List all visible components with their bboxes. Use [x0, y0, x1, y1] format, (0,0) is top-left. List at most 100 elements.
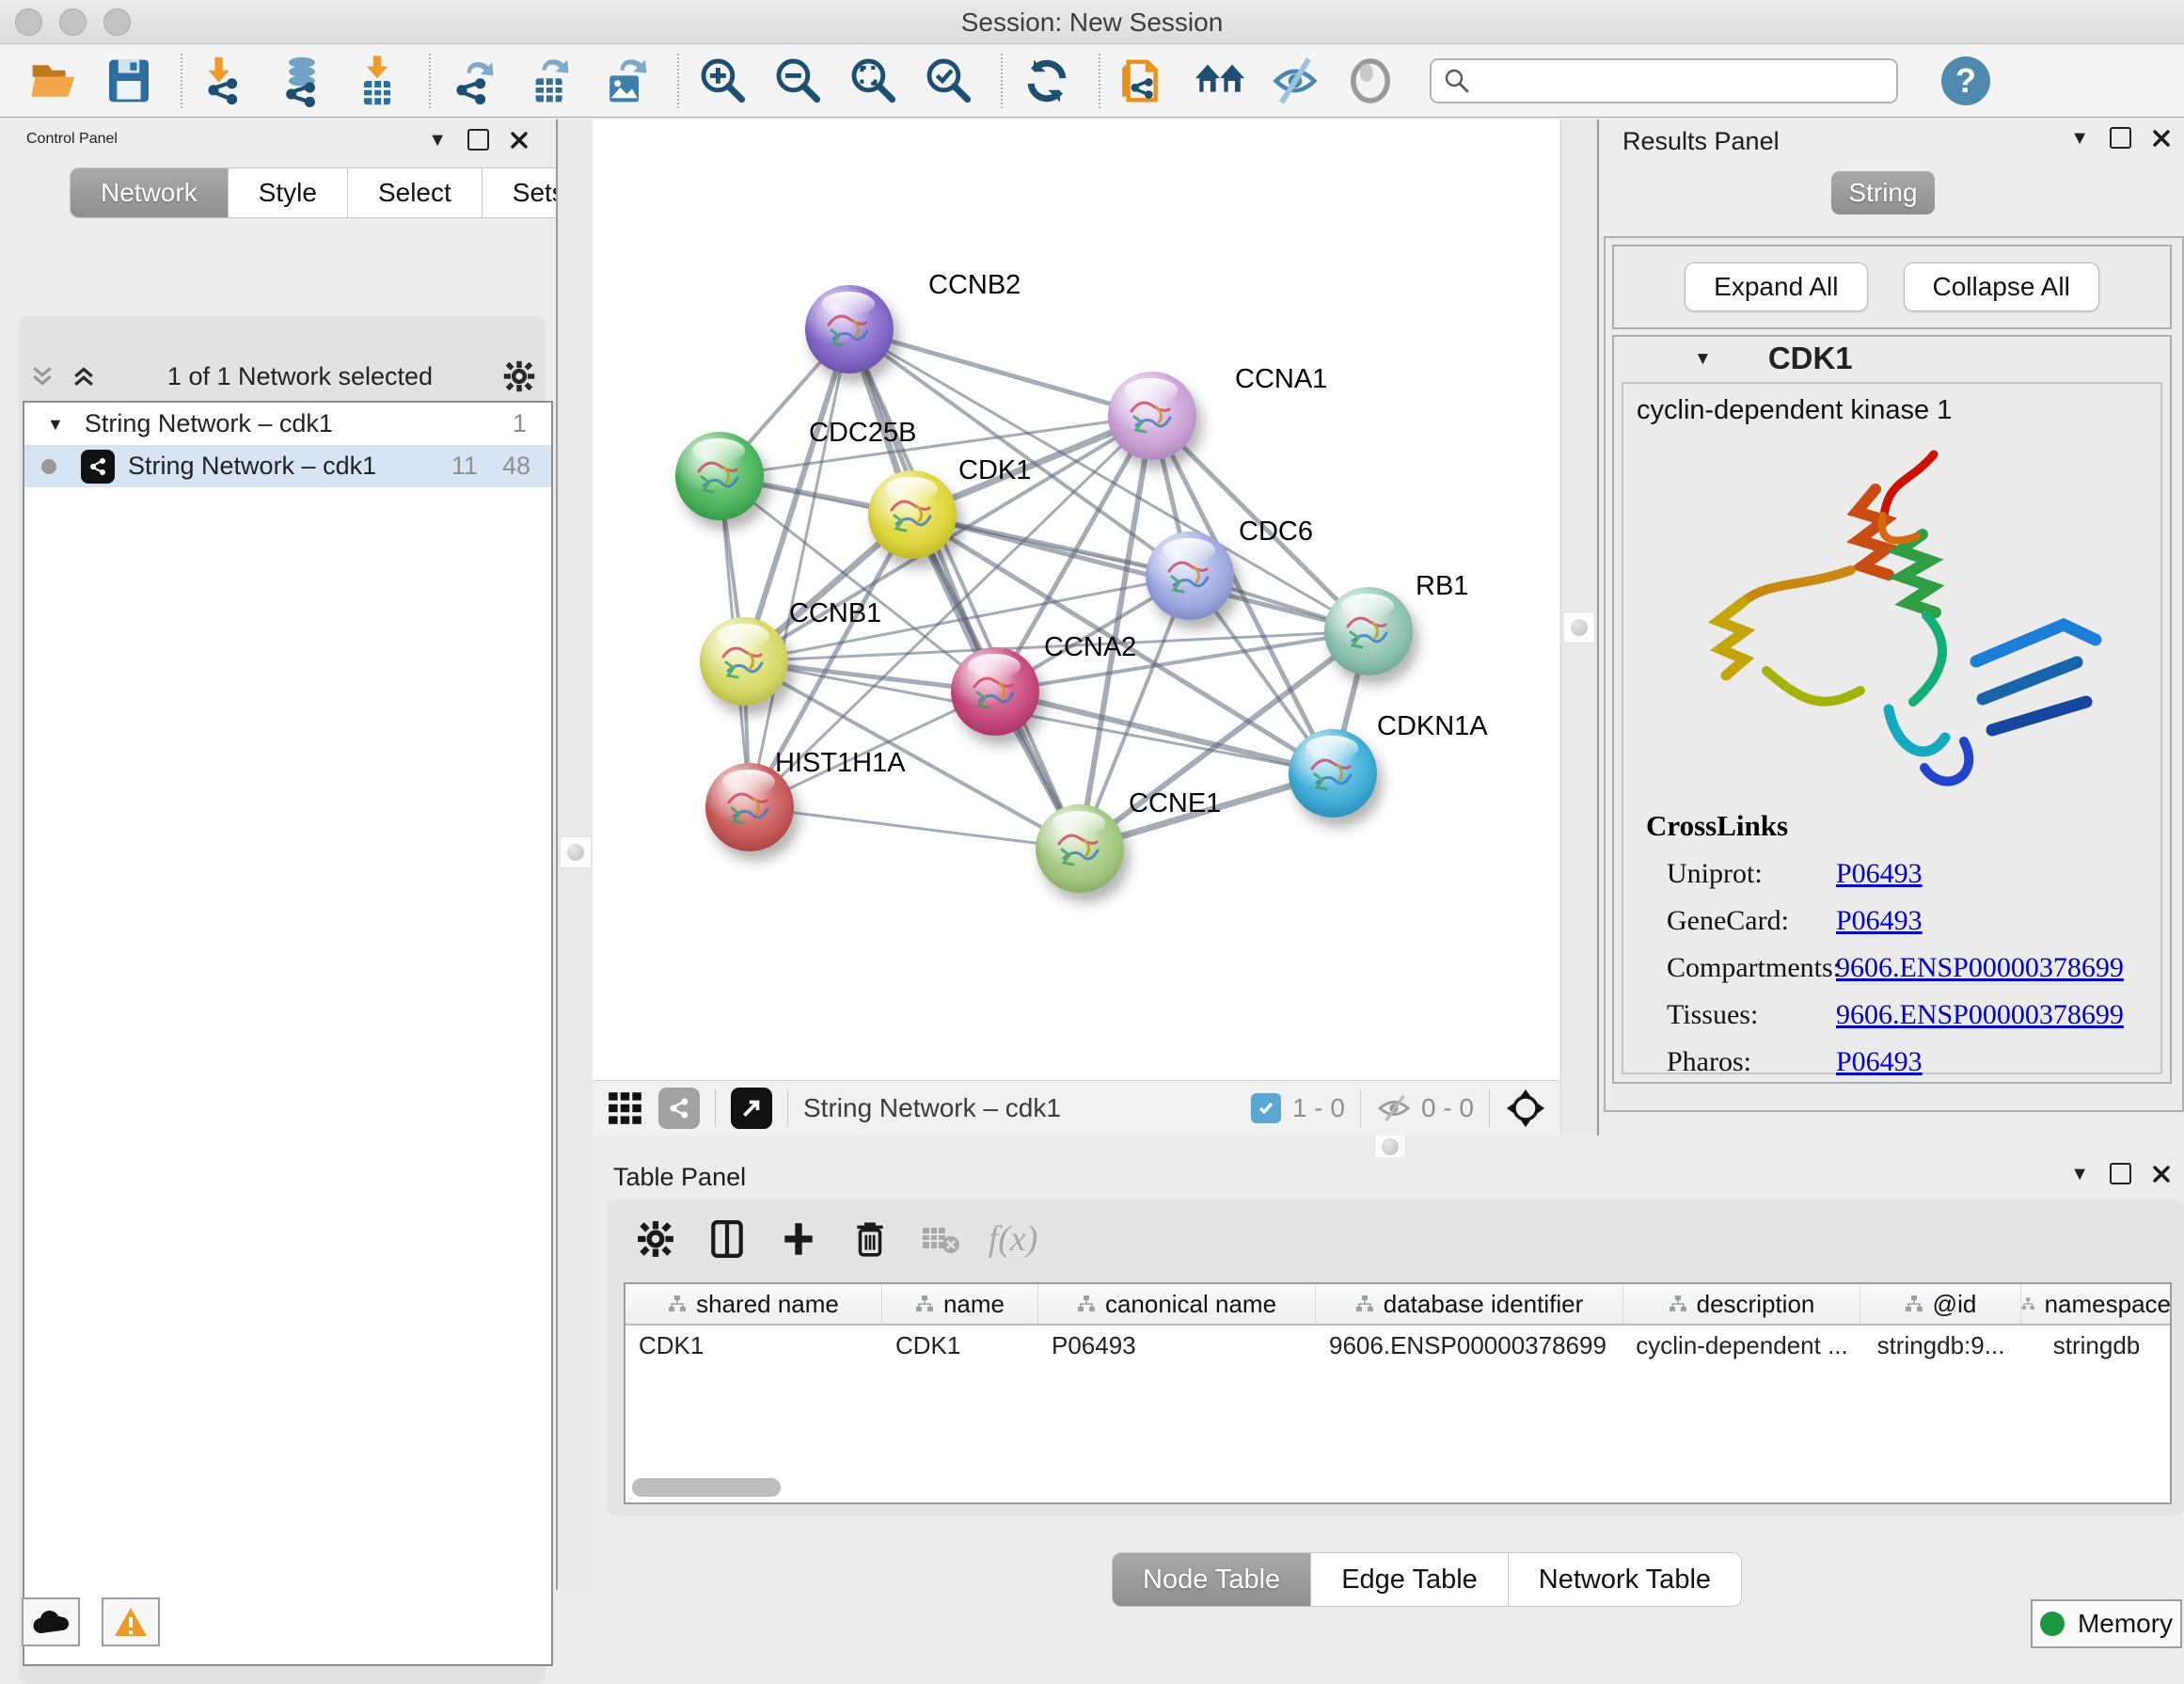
control-panel-float-icon[interactable]	[467, 129, 489, 151]
delete-table-icon[interactable]	[919, 1216, 964, 1262]
import-table-icon[interactable]	[348, 52, 406, 110]
expand-all-icon[interactable]	[70, 362, 98, 390]
collection-disclosure-icon[interactable]: ▼	[47, 416, 64, 433]
network-edge-count: 48	[502, 452, 530, 481]
tab-node-table[interactable]: Node Table	[1112, 1552, 1311, 1607]
table-cell[interactable]: CDK1	[625, 1326, 882, 1365]
save-session-icon[interactable]	[100, 52, 158, 110]
table-cell[interactable]: stringdb	[2021, 1326, 2172, 1365]
protein-structure-image	[1652, 431, 2141, 807]
crosslink-link[interactable]: P06493	[1836, 1046, 1923, 1078]
network-options-gear-icon[interactable]	[502, 359, 536, 393]
network-node-CCNB2[interactable]	[805, 285, 894, 373]
results-panel-close-icon[interactable]	[2152, 129, 2171, 148]
zoom-in-icon[interactable]	[694, 52, 752, 110]
table-gear-icon[interactable]	[633, 1216, 678, 1262]
zoom-out-icon[interactable]	[769, 52, 828, 110]
table-cell[interactable]: stringdb:9...	[1860, 1326, 2021, 1365]
network-node-CDC6[interactable]	[1146, 532, 1234, 620]
delete-column-icon[interactable]	[847, 1216, 893, 1262]
network-node-CDKN1A[interactable]	[1289, 729, 1377, 818]
table-panel-float-icon[interactable]	[2110, 1163, 2131, 1184]
network-view-type-icon[interactable]	[658, 1088, 700, 1129]
crosslink-link[interactable]: 9606.ENSP00000378699	[1836, 999, 2124, 1031]
network-node-CCNE1[interactable]	[1036, 804, 1124, 893]
entry-disclosure-icon[interactable]: ▼	[1694, 350, 1712, 368]
crosslink-link[interactable]: P06493	[1836, 858, 1923, 890]
node-label-CCNB2: CCNB2	[928, 270, 1021, 301]
column-header-name[interactable]: name	[882, 1284, 1038, 1324]
home-species-icon[interactable]	[1191, 52, 1249, 110]
control-tab-network[interactable]: Network	[70, 167, 229, 218]
column-header-database-identifier[interactable]: database identifier	[1316, 1284, 1623, 1324]
right-splitter-handle[interactable]	[1563, 612, 1595, 643]
results-panel-float-icon[interactable]	[2110, 127, 2131, 149]
table-panel-menu-icon[interactable]: ▼	[2070, 1165, 2089, 1184]
show-columns-icon[interactable]	[704, 1216, 750, 1262]
left-splitter[interactable]	[556, 119, 594, 1590]
table-horizontal-scrollbar[interactable]	[632, 1478, 781, 1497]
expand-all-button[interactable]: Expand All	[1685, 262, 1867, 311]
network-node-RB1[interactable]	[1324, 587, 1413, 675]
detach-view-icon[interactable]	[731, 1088, 772, 1129]
crosslink-link[interactable]: 9606.ENSP00000378699	[1836, 952, 2124, 984]
network-row[interactable]: String Network – cdk1 11 48	[24, 445, 551, 487]
tab-edge-table[interactable]: Edge Table	[1311, 1552, 1509, 1607]
zoom-selected-icon[interactable]	[920, 52, 978, 110]
memory-button[interactable]: Memory	[2031, 1599, 2182, 1648]
network-node-CCNA1[interactable]	[1108, 372, 1196, 460]
results-panel: Results Panel ▼ String Expand All Collap…	[1604, 119, 2184, 1157]
control-tab-style[interactable]: Style	[229, 167, 348, 218]
results-panel-menu-icon[interactable]: ▼	[2070, 129, 2089, 148]
export-network-icon[interactable]	[446, 52, 504, 110]
left-splitter-handle[interactable]	[560, 836, 592, 868]
collapse-all-button[interactable]: Collapse All	[1904, 262, 2099, 311]
cloud-status-button[interactable]	[22, 1597, 80, 1646]
export-image-icon[interactable]	[596, 52, 655, 110]
refresh-icon[interactable]	[1018, 52, 1076, 110]
zoom-fit-icon[interactable]	[845, 52, 903, 110]
column-header--id[interactable]: @id	[1860, 1284, 2021, 1324]
network-node-CDC25B[interactable]	[675, 432, 764, 520]
control-panel-menu-icon[interactable]: ▼	[428, 131, 447, 150]
network-node-CCNB1[interactable]	[700, 617, 788, 706]
table-cell[interactable]: cyclin-dependent ...	[1623, 1326, 1860, 1365]
network-canvas[interactable]: CCNB2 CCNA1 CDC25B CDK1 CDC6	[593, 119, 1559, 1080]
function-builder-icon[interactable]: f(x)	[990, 1216, 1036, 1262]
grid-view-icon[interactable]	[606, 1088, 645, 1128]
entry-description: cyclin-dependent kinase 1	[1623, 384, 2160, 426]
table-panel-close-icon[interactable]	[2152, 1165, 2171, 1184]
table-cell[interactable]: CDK1	[882, 1326, 1038, 1365]
selected-checkbox-icon[interactable]	[1251, 1093, 1281, 1123]
table-cell[interactable]: 9606.ENSP00000378699	[1316, 1326, 1623, 1365]
hide-selected-icon[interactable]	[1266, 52, 1324, 110]
import-network-database-icon[interactable]	[273, 52, 331, 110]
warning-status-button[interactable]	[102, 1597, 160, 1646]
control-tab-select[interactable]: Select	[348, 167, 483, 218]
hidden-eye-icon[interactable]	[1376, 1094, 1412, 1122]
table-cell[interactable]: P06493	[1038, 1326, 1316, 1365]
help-icon[interactable]: ?	[1941, 56, 1990, 105]
network-node-CCNA2[interactable]	[951, 647, 1039, 736]
import-network-icon[interactable]	[198, 52, 256, 110]
collapse-all-icon[interactable]	[28, 362, 56, 390]
tab-string[interactable]: String	[1831, 171, 1935, 214]
tab-network-table[interactable]: Network Table	[1509, 1552, 1742, 1607]
column-header-shared-name[interactable]: shared name	[625, 1284, 882, 1324]
add-column-icon[interactable]	[776, 1216, 821, 1262]
string-import-icon[interactable]	[1116, 52, 1174, 110]
control-panel-close-icon[interactable]	[510, 131, 529, 150]
show-all-icon[interactable]	[1341, 52, 1400, 110]
network-node-CDK1[interactable]	[868, 470, 957, 559]
open-session-icon[interactable]	[24, 52, 83, 110]
network-collection-row[interactable]: ▼ String Network – cdk1 1	[24, 403, 551, 445]
crosslink-link[interactable]: P06493	[1836, 905, 1923, 937]
column-header-namespace[interactable]: namespace	[2021, 1284, 2172, 1324]
search-input[interactable]	[1430, 58, 1898, 103]
node-table[interactable]: shared name name canonical name database…	[624, 1282, 2172, 1504]
right-splitter[interactable]	[1560, 119, 1599, 1136]
export-table-icon[interactable]	[521, 52, 579, 110]
column-header-description[interactable]: description	[1623, 1284, 1860, 1324]
column-header-canonical-name[interactable]: canonical name	[1038, 1284, 1316, 1324]
fit-selected-crosshair-icon[interactable]	[1505, 1088, 1546, 1129]
